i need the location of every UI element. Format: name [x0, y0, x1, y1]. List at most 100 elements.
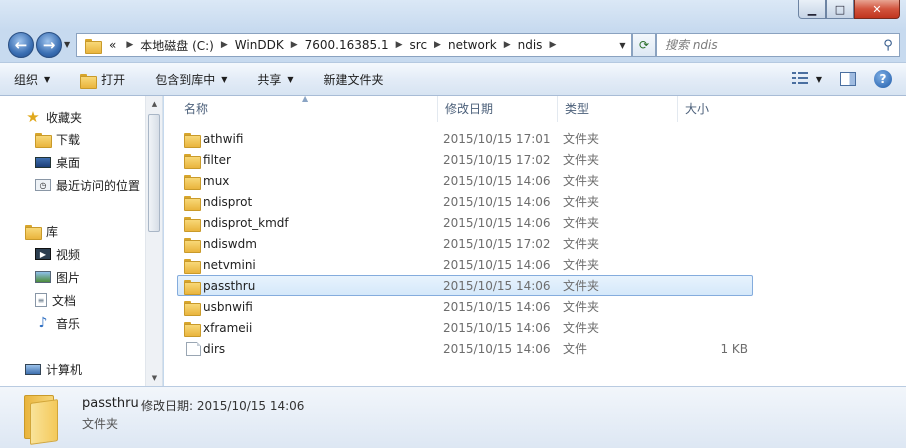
column-label: 类型	[565, 102, 590, 116]
nav-item-recent[interactable]: ◷ 最近访问的位置	[35, 175, 140, 195]
column-header-date[interactable]: 修改日期	[438, 96, 558, 122]
file-name: ndisprot_kmdf	[203, 215, 289, 230]
sort-ascending-icon: ▲	[302, 94, 309, 103]
file-row[interactable]: mux 2015/10/15 14:06 文件夹	[177, 170, 753, 191]
downloads-folder-icon	[35, 132, 52, 148]
breadcrumb-separator-icon[interactable]: ▶	[434, 40, 441, 50]
nav-item-desktop[interactable]: 桌面	[35, 152, 80, 172]
file-row[interactable]: xframeii 2015/10/15 14:06 文件夹	[177, 317, 753, 338]
scroll-down-icon[interactable]: ▼	[146, 374, 163, 382]
preview-pane-icon[interactable]	[840, 72, 856, 86]
folder-icon	[184, 300, 201, 316]
nav-item-favorites[interactable]: ★ 收藏夹	[25, 107, 82, 127]
breadcrumb-item-ndis[interactable]: ndis	[518, 38, 543, 52]
close-button[interactable]: ✕	[854, 0, 900, 19]
nav-label: 图片	[56, 270, 81, 285]
organize-button[interactable]: 组织 ▼	[14, 71, 50, 88]
file-row[interactable]: ndisprot 2015/10/15 14:06 文件夹	[177, 191, 753, 212]
breadcrumb-item-winddk[interactable]: WinDDK	[235, 38, 284, 52]
breadcrumb-item-src[interactable]: src	[410, 38, 428, 52]
refresh-icon: ⟳	[638, 38, 650, 52]
new-folder-button[interactable]: 新建文件夹	[324, 71, 384, 88]
nav-item-videos[interactable]: ▶ 视频	[35, 244, 80, 264]
file-row[interactable]: usbnwifi 2015/10/15 14:06 文件夹	[177, 296, 753, 317]
file-row[interactable]: ndisprot_kmdf 2015/10/15 14:06 文件夹	[177, 212, 753, 233]
nav-item-computer[interactable]: 计算机	[25, 359, 82, 379]
breadcrumb-item-drive[interactable]: 本地磁盘 (C:)	[140, 37, 214, 54]
minimize-button[interactable]: ▁	[798, 0, 826, 19]
address-history-dropdown[interactable]: ▼	[613, 41, 631, 50]
forward-button[interactable]: →	[36, 32, 62, 58]
breadcrumb-item-network[interactable]: network	[448, 38, 497, 52]
column-label: 名称	[184, 102, 209, 116]
maximize-button[interactable]: □	[826, 0, 854, 19]
help-icon[interactable]: ?	[874, 70, 892, 88]
file-name: usbnwifi	[203, 299, 253, 314]
breadcrumb-separator-icon[interactable]: ▶	[126, 40, 133, 50]
share-button[interactable]: 共享 ▼	[257, 71, 293, 88]
video-icon: ▶	[35, 248, 51, 260]
folder-icon	[184, 237, 201, 253]
file-row[interactable]: athwifi 2015/10/15 17:01 文件夹	[177, 128, 753, 149]
include-in-library-label: 包含到库中	[155, 72, 216, 87]
breadcrumb-overflow[interactable]: «	[109, 38, 116, 52]
breadcrumb-separator-icon[interactable]: ▶	[221, 40, 228, 50]
file-row[interactable]: netvmini 2015/10/15 14:06 文件夹	[177, 254, 753, 275]
folder-icon	[85, 38, 102, 54]
chevron-down-icon[interactable]: ▼	[816, 75, 822, 84]
address-bar[interactable]: « ▶ 本地磁盘 (C:) ▶ WinDDK ▶ 7600.16385.1 ▶ …	[76, 33, 632, 57]
file-type: 文件	[563, 342, 588, 356]
nav-scrollbar-thumb[interactable]	[148, 114, 160, 232]
search-input[interactable]	[665, 38, 877, 52]
nav-label: 视频	[56, 247, 81, 262]
computer-icon	[25, 363, 41, 375]
file-row[interactable]: filter 2015/10/15 17:02 文件夹	[177, 149, 753, 170]
breadcrumb-separator-icon[interactable]: ▶	[291, 40, 298, 50]
chevron-down-icon: ▼	[64, 40, 71, 49]
file-name: xframeii	[203, 320, 253, 335]
column-header-size[interactable]: 大小	[678, 96, 753, 122]
back-button[interactable]: ←	[8, 32, 34, 58]
search-icon[interactable]: ⚲	[877, 38, 899, 53]
include-in-library-button[interactable]: 包含到库中 ▼	[155, 71, 227, 88]
file-size: 1 KB	[720, 341, 748, 356]
breadcrumb-separator-icon[interactable]: ▶	[549, 40, 556, 50]
nav-item-documents[interactable]: ≡ 文档	[35, 290, 76, 310]
recent-pages-dropdown[interactable]: ▼	[64, 40, 70, 49]
search-box[interactable]: ⚲	[656, 33, 900, 57]
file-name: passthru	[203, 278, 256, 293]
breadcrumb-separator-icon[interactable]: ▶	[504, 40, 511, 50]
recent-places-icon: ◷	[35, 179, 51, 191]
nav-label: 桌面	[56, 155, 81, 170]
refresh-button[interactable]: ⟳	[632, 33, 656, 57]
column-header-type[interactable]: 类型	[558, 96, 678, 122]
open-button[interactable]: 打开	[80, 71, 125, 89]
share-label: 共享	[257, 72, 282, 87]
column-header-row: 名称 ▲ 修改日期 类型 大小	[164, 94, 906, 122]
nav-label: 下载	[56, 132, 81, 147]
breadcrumb-item-version[interactable]: 7600.16385.1	[305, 38, 389, 52]
file-name: ndiswdm	[203, 236, 257, 251]
document-icon: ≡	[35, 293, 47, 307]
file-row[interactable]: passthru 2015/10/15 14:06 文件夹	[177, 275, 753, 296]
nav-item-libraries[interactable]: 库	[25, 221, 58, 241]
change-view-icon[interactable]	[791, 72, 810, 86]
nav-scrollbar[interactable]: ▲ ▼	[145, 96, 162, 386]
nav-item-pictures[interactable]: 图片	[35, 267, 80, 287]
nav-item-downloads[interactable]: 下载	[35, 129, 80, 149]
file-row[interactable]: ndiswdm 2015/10/15 17:02 文件夹	[177, 233, 753, 254]
file-row[interactable]: dirs 2015/10/15 14:06 文件 1 KB	[177, 338, 753, 359]
scroll-up-icon[interactable]: ▲	[146, 100, 163, 108]
file-type: 文件夹	[563, 321, 600, 335]
file-date: 2015/10/15 17:01	[443, 131, 551, 146]
nav-item-music[interactable]: ♪ 音乐	[35, 313, 80, 333]
libraries-icon	[25, 224, 42, 240]
navigation-pane: ★ 收藏夹 下载 桌面 ◷ 最近访问的位置 库 ▶ 视频 图片 ≡ 文档 ♪ 音…	[0, 96, 163, 386]
file-name: athwifi	[203, 131, 244, 146]
breadcrumb-separator-icon[interactable]: ▶	[396, 40, 403, 50]
chevron-down-icon: ▼	[287, 74, 294, 84]
file-type: 文件夹	[563, 300, 600, 314]
file-type: 文件夹	[563, 216, 600, 230]
nav-label: 最近访问的位置	[56, 178, 141, 193]
file-date: 2015/10/15 14:06	[443, 215, 551, 230]
